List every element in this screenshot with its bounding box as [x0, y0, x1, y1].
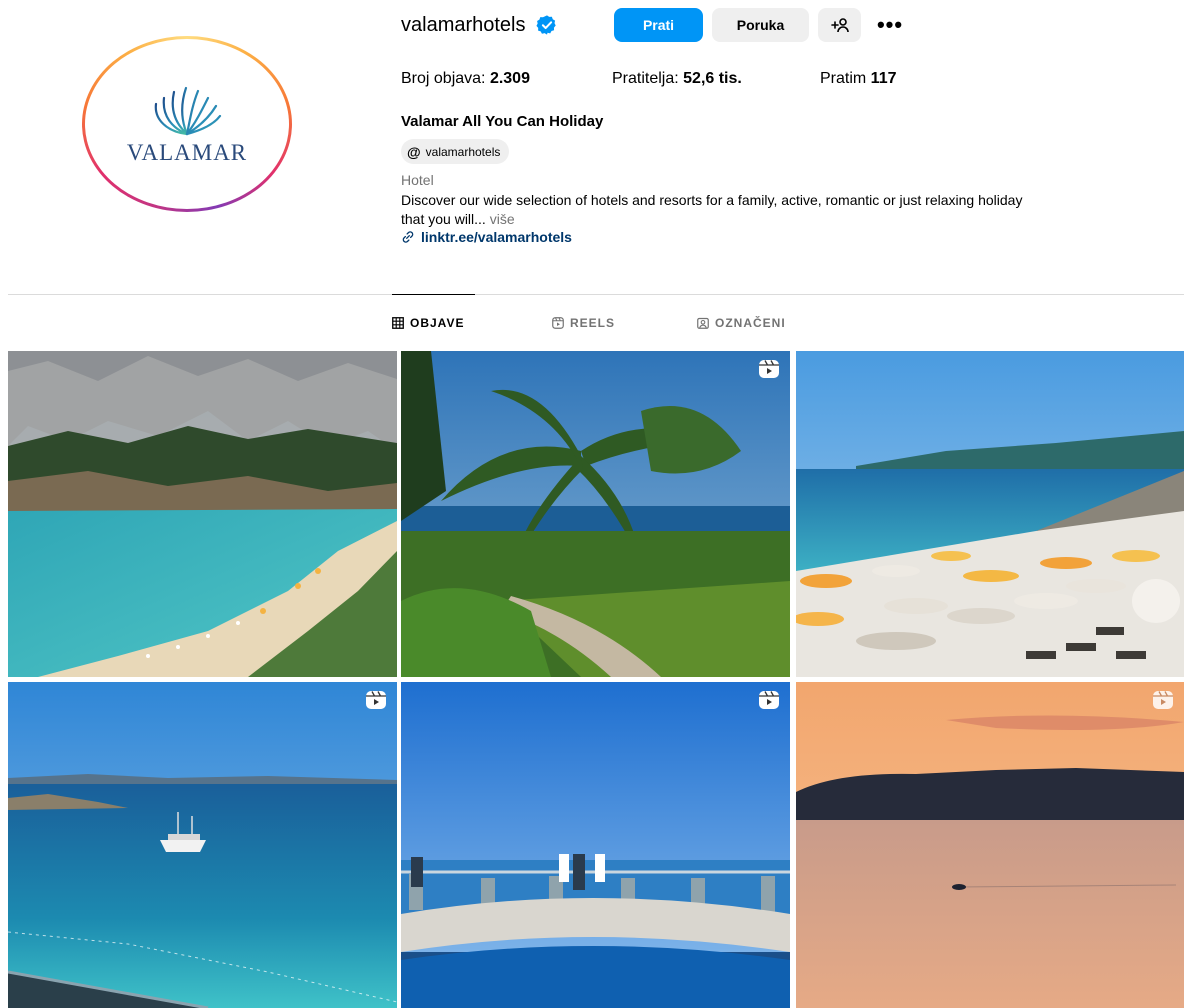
active-tab-indicator	[392, 294, 475, 295]
reel-indicator-icon	[1153, 691, 1173, 709]
tab-reels-label: REELS	[570, 316, 616, 330]
posts-count[interactable]: Broj objava: 2.309	[401, 70, 530, 88]
post-image-sunset-sea	[796, 682, 1184, 1008]
post-image-cliff-viewpoint	[401, 682, 790, 1008]
post-image-pebble-beach	[796, 351, 1184, 677]
tagged-icon	[697, 317, 709, 329]
post-tile[interactable]	[8, 351, 397, 677]
bio-line-2: that you will...	[401, 211, 490, 227]
reel-indicator-icon	[759, 360, 779, 378]
post-tile[interactable]	[401, 351, 790, 677]
following-count[interactable]: Pratim 117	[820, 70, 896, 88]
more-options-button[interactable]: •••	[872, 8, 908, 42]
suggested-accounts-button[interactable]	[818, 8, 861, 42]
website-url: linktr.ee/valamarhotels	[421, 229, 572, 245]
followers-count[interactable]: Pratitelja: 52,6 tis.	[612, 70, 742, 88]
header-divider	[8, 294, 1184, 295]
logo-wordmark: VALAMAR	[126, 140, 248, 165]
post-image-boat-sea	[8, 682, 397, 1008]
message-button[interactable]: Poruka	[712, 8, 809, 42]
threads-handle: valamarhotels	[425, 144, 501, 159]
post-tile[interactable]	[796, 682, 1184, 1008]
bio-line-1: Discover our wide selection of hotels an…	[401, 192, 1023, 208]
post-tile[interactable]	[401, 682, 790, 1008]
tab-tagged[interactable]: OZNAČENI	[697, 314, 786, 332]
grid-icon	[392, 317, 404, 329]
profile-avatar[interactable]: VALAMAR	[82, 36, 292, 212]
profile-website-link[interactable]: linktr.ee/valamarhotels	[401, 229, 572, 245]
tab-tagged-label: OZNAČENI	[715, 316, 786, 330]
reel-indicator-icon	[759, 691, 779, 709]
tab-posts[interactable]: OBJAVE	[392, 314, 464, 332]
verified-badge-icon	[535, 15, 556, 35]
post-tile[interactable]	[8, 682, 397, 1008]
profile-full-name: Valamar All You Can Holiday	[401, 113, 604, 130]
add-person-icon	[830, 18, 849, 33]
profile-bio: Discover our wide selection of hotels an…	[401, 191, 1184, 229]
bio-more-link[interactable]: više	[490, 211, 515, 227]
threads-link-chip[interactable]: @ valamarhotels	[401, 139, 510, 164]
follow-button[interactable]: Prati	[614, 8, 703, 42]
reel-indicator-icon	[366, 691, 386, 709]
threads-icon: @	[407, 143, 421, 160]
post-image-palm-garden	[401, 351, 790, 677]
username-row: valamarhotels	[401, 8, 558, 42]
link-icon	[402, 231, 414, 243]
tab-reels[interactable]: REELS	[552, 314, 615, 332]
tab-posts-label: OBJAVE	[410, 316, 465, 330]
profile-category: Hotel	[401, 172, 434, 188]
valamar-shell-logo-icon	[154, 86, 222, 136]
username: valamarhotels	[401, 13, 526, 36]
reels-icon	[552, 317, 564, 329]
post-image-mountain-bay	[8, 351, 397, 677]
post-tile[interactable]	[796, 351, 1184, 677]
